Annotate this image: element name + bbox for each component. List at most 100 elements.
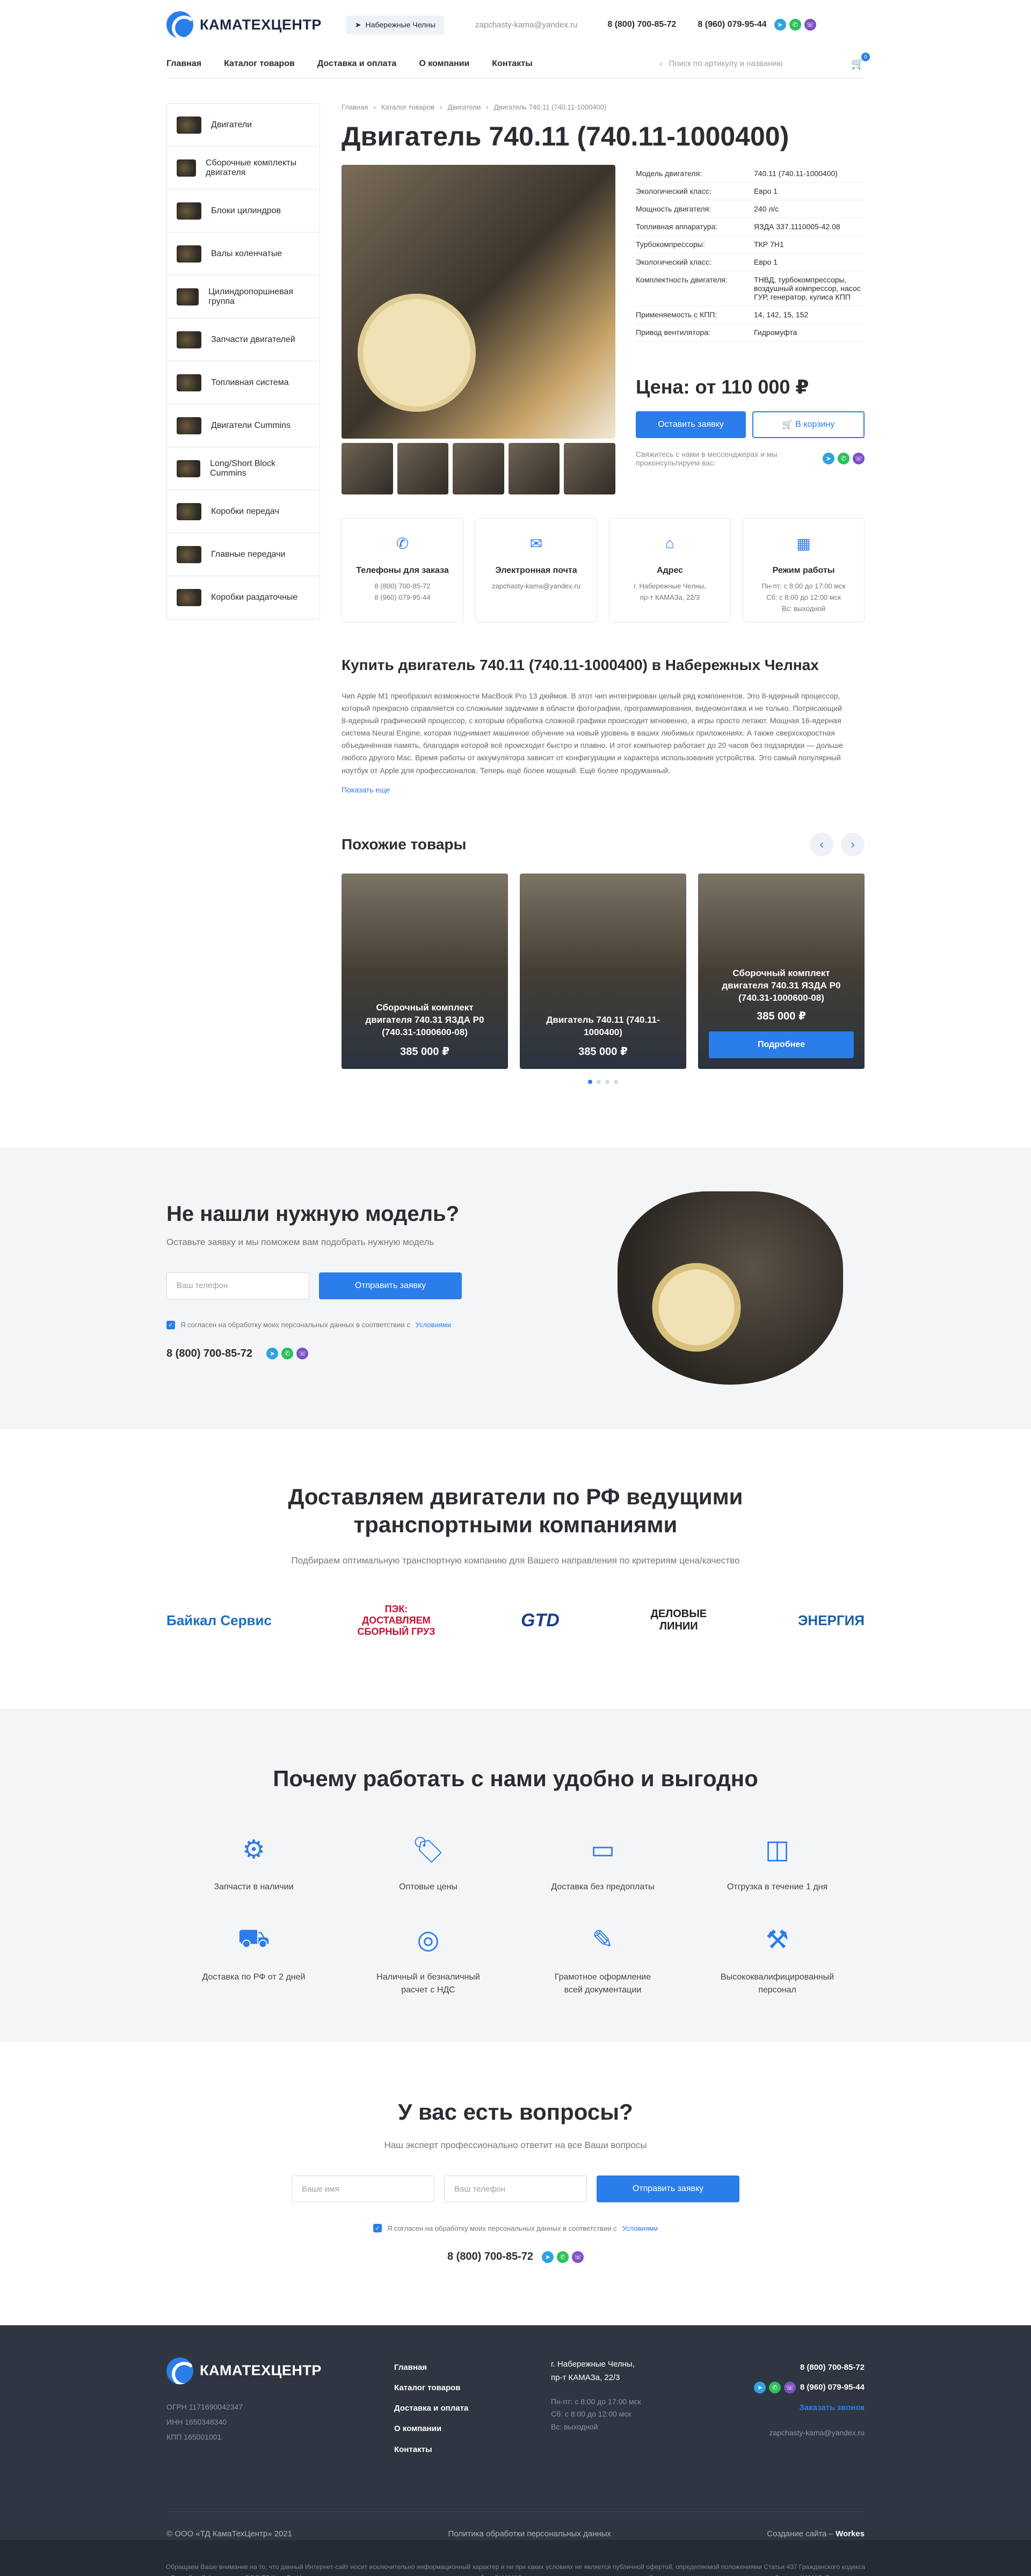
viber-icon[interactable]: ☏ <box>572 2251 584 2263</box>
contact-card-title: Электронная почта <box>495 566 577 575</box>
telegram-icon[interactable]: ➤ <box>542 2251 554 2263</box>
carousel-dot[interactable] <box>605 1079 609 1084</box>
telegram-icon[interactable]: ➤ <box>266 1348 279 1360</box>
submit-button[interactable]: Отправить заявку <box>597 2175 739 2203</box>
city-selector[interactable]: ➤ Набережные Челны <box>346 15 445 34</box>
questions-subtitle: Наш эксперт профессионально ответит на в… <box>384 2140 647 2151</box>
header-phone-1[interactable]: 8 (800) 700-85-72 <box>607 20 676 30</box>
similar-products: Сборочный комплект двигателя 740.31 ЯЗДА… <box>342 873 865 1069</box>
footer-nav-about[interactable]: О компании <box>394 2419 551 2439</box>
viber-icon[interactable]: ☏ <box>853 453 865 464</box>
wallet-icon: ▭ <box>590 1836 615 1865</box>
whatsapp-icon[interactable]: ✆ <box>838 453 850 464</box>
breadcrumb-home[interactable]: Главная <box>342 103 368 111</box>
footer-phone-2[interactable]: 8 (960) 079-95-44 <box>800 2377 865 2398</box>
sidebar-item-cummins[interactable]: Двигатели Cummins <box>167 404 320 447</box>
product-card[interactable]: Сборочный комплект двигателя 740.31 ЯЗДА… <box>342 873 508 1069</box>
sidebar-item-transfer[interactable]: Коробки раздаточные <box>167 576 320 619</box>
search-icon[interactable]: ⌕ <box>659 59 663 68</box>
city-label: Набережные Челны <box>365 20 436 29</box>
gallery-thumbnail[interactable] <box>508 443 560 494</box>
product-card[interactable]: Двигатель 740.11 (740.11-1000400) 385 000… <box>520 873 686 1069</box>
search-box[interactable]: ⌕ Поиск по артикулу и названию <box>659 59 841 68</box>
logo[interactable]: КАМАТЕХЦЕНТР <box>166 11 322 38</box>
phone-field[interactable]: Ваш телефон <box>166 1272 309 1299</box>
sidebar-item-engines[interactable]: Двигатели <box>167 104 320 147</box>
carousel-dot[interactable] <box>597 1079 601 1084</box>
telegram-icon[interactable]: ➤ <box>823 453 834 464</box>
whatsapp-icon[interactable]: ✆ <box>789 19 801 31</box>
consent-checkbox[interactable]: ✓ <box>166 1320 175 1329</box>
cart-icon[interactable]: 🛒 0 <box>851 53 870 70</box>
spec-label: Экологический класс: <box>636 187 711 195</box>
sidebar-item-label: Двигатели Cummins <box>211 420 291 430</box>
header-email[interactable]: zapchasty-kama@yandex.ru <box>475 20 577 30</box>
carousel-dot[interactable] <box>614 1079 618 1084</box>
sidebar-item-crankshafts[interactable]: Валы коленчатые <box>167 232 320 275</box>
callback-link[interactable]: Заказать звонок <box>712 2398 865 2418</box>
product-main-image[interactable] <box>342 165 615 439</box>
phone-field[interactable]: Ваш телефон <box>444 2175 587 2203</box>
breadcrumb-catalog[interactable]: Каталог товаров <box>381 103 434 111</box>
contact-card-text[interactable]: zapchasty-kama@yandex.ru <box>476 581 597 592</box>
add-to-cart-button[interactable]: 🛒 В корзину <box>752 411 865 438</box>
order-button[interactable]: Оставить заявку <box>636 411 746 438</box>
name-field[interactable]: Ваше имя <box>292 2175 434 2203</box>
viber-icon[interactable]: ☏ <box>783 2381 796 2393</box>
sidebar-item-gearboxes[interactable]: Коробки передач <box>167 490 320 533</box>
category-thumbnail <box>177 245 201 263</box>
footer-nav-contacts[interactable]: Контакты <box>394 2440 551 2460</box>
gallery-thumbnail[interactable] <box>564 443 615 494</box>
telegram-icon[interactable]: ➤ <box>774 19 786 31</box>
consent-checkbox[interactable]: ✓ <box>373 2224 382 2233</box>
show-more-link[interactable]: Показать еще <box>342 785 865 794</box>
developer-link[interactable]: Workes <box>836 2529 865 2538</box>
sidebar-item-pistons[interactable]: Цилиндропоршневая группа <box>167 275 320 318</box>
sidebar-item-blocks[interactable]: Блоки цилиндров <box>167 190 320 232</box>
submit-button[interactable]: Отправить заявку <box>319 1272 462 1299</box>
carousel-dot[interactable] <box>588 1079 592 1084</box>
contact-cards: ✆ Телефоны для заказа 8 (800) 700-85-72 8 … <box>342 518 865 622</box>
sidebar-item-longblock[interactable]: Long/Short Block Cummins <box>167 447 320 490</box>
next-arrow-icon[interactable]: › <box>841 832 865 856</box>
nav-contacts[interactable]: Контакты <box>492 59 532 69</box>
whatsapp-icon[interactable]: ✆ <box>557 2251 569 2263</box>
terms-link[interactable]: Условиями <box>622 2224 658 2232</box>
footer-nav-catalog[interactable]: Каталог товаров <box>394 2378 551 2398</box>
logo-text: КАМАТЕХЦЕНТР <box>200 2362 322 2379</box>
privacy-policy-link[interactable]: Политика обработки персональных данных <box>448 2529 611 2538</box>
engine-image <box>618 1191 843 1385</box>
section-phone[interactable]: 8 (800) 700-85-72 <box>166 1348 252 1360</box>
viber-icon[interactable]: ☏ <box>804 19 816 31</box>
nav-delivery[interactable]: Доставка и оплата <box>317 59 397 69</box>
nav-about[interactable]: О компании <box>419 59 469 69</box>
footer-nav-delivery[interactable]: Доставка и оплата <box>394 2398 551 2419</box>
details-button[interactable]: Подробнее <box>709 1031 854 1058</box>
sidebar-item-fuel[interactable]: Топливная система <box>167 361 320 404</box>
gallery-thumbnail[interactable] <box>397 443 449 494</box>
sidebar-item-kits[interactable]: Сборочные комплекты двигателя <box>167 147 320 190</box>
footer-logo[interactable]: КАМАТЕХЦЕНТР <box>166 2357 394 2384</box>
breadcrumb-engines[interactable]: Двигатели <box>447 103 481 111</box>
category-thumbnail <box>177 589 201 606</box>
section-phone[interactable]: 8 (800) 700-85-72 <box>447 2251 533 2263</box>
nav-home[interactable]: Главная <box>166 59 201 69</box>
search-input[interactable]: Поиск по артикулу и названию <box>669 59 783 68</box>
sidebar-item-parts[interactable]: Запчасти двигателей <box>167 318 320 361</box>
gallery-thumbnail[interactable] <box>342 443 393 494</box>
contact-card-text[interactable]: 8 (800) 700-85-72 8 (960) 079-95-44 <box>342 581 463 603</box>
prev-arrow-icon[interactable]: ‹ <box>810 832 833 856</box>
terms-link[interactable]: Условиями <box>416 1321 451 1329</box>
telegram-icon[interactable]: ➤ <box>753 2381 766 2393</box>
viber-icon[interactable]: ☏ <box>296 1348 309 1360</box>
whatsapp-icon[interactable]: ✆ <box>768 2381 781 2393</box>
whatsapp-icon[interactable]: ✆ <box>281 1348 294 1360</box>
header-phone-2[interactable]: 8 (960) 079-95-44 <box>698 20 766 30</box>
footer-email[interactable]: zapchasty-kama@yandex.ru <box>712 2425 865 2440</box>
sidebar-item-axles[interactable]: Главные передачи <box>167 533 320 576</box>
footer-nav-home[interactable]: Главная <box>394 2357 551 2378</box>
footer-phone-1[interactable]: 8 (800) 700-85-72 <box>712 2357 865 2378</box>
product-card[interactable]: Сборочный комплект двигателя 740.31 ЯЗДА… <box>698 873 865 1069</box>
nav-catalog[interactable]: Каталог товаров <box>224 59 295 69</box>
gallery-thumbnail[interactable] <box>453 443 504 494</box>
